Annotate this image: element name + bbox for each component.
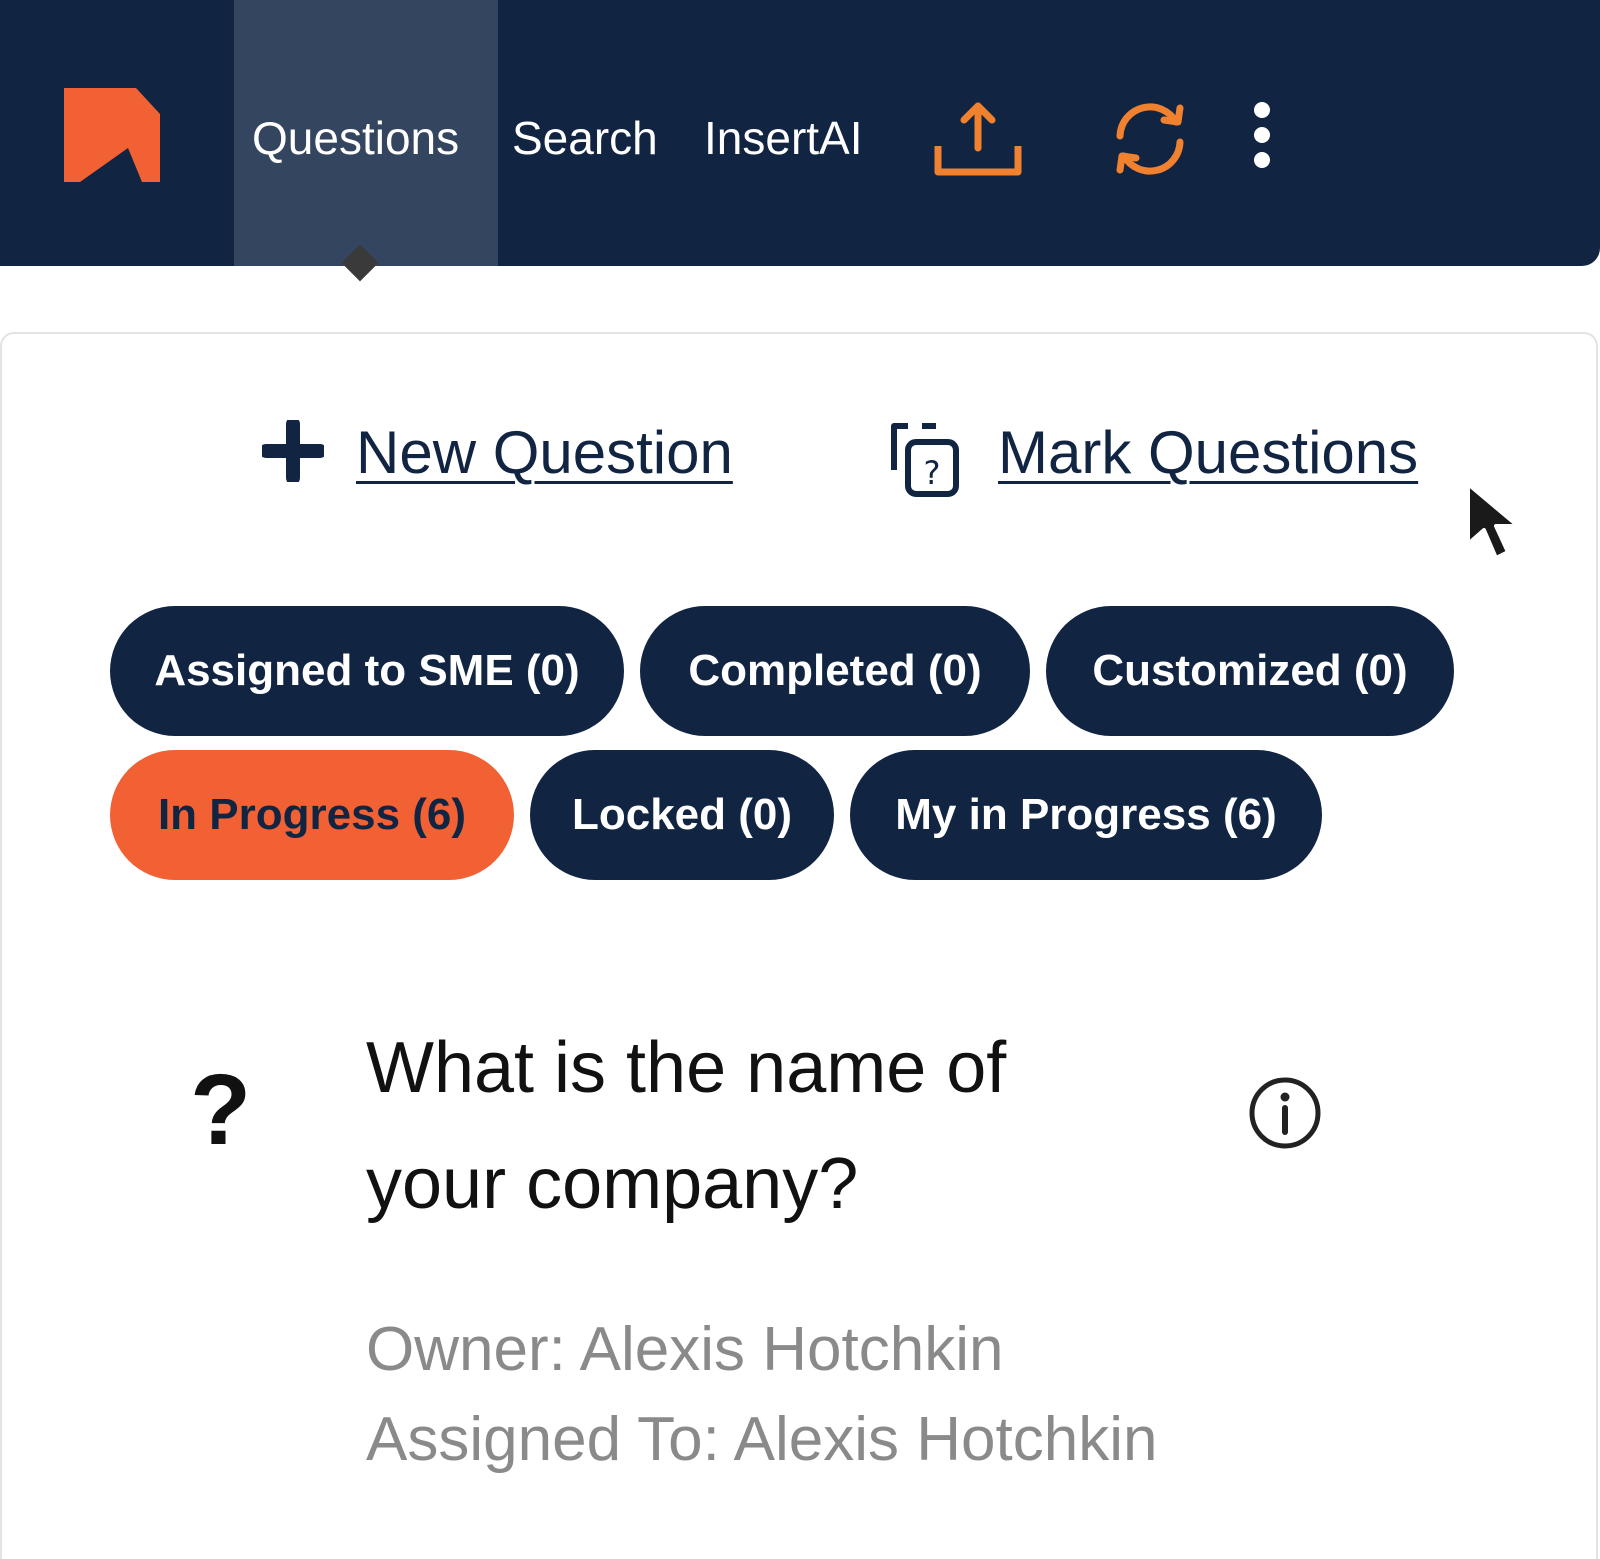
top-navbar: Questions Search InsertAI bbox=[0, 0, 1600, 266]
logo-icon bbox=[64, 88, 160, 182]
plus-icon[interactable] bbox=[262, 420, 324, 482]
filter-completed[interactable]: Completed (0) bbox=[640, 606, 1030, 736]
tab-search[interactable]: Search bbox=[512, 108, 658, 168]
upload-icon[interactable] bbox=[932, 100, 1024, 180]
filter-my-in-progress[interactable]: My in Progress (6) bbox=[850, 750, 1322, 880]
sync-icon[interactable] bbox=[1104, 96, 1196, 182]
question-text[interactable]: What is the name of your company? bbox=[366, 1010, 1126, 1242]
tab-questions[interactable]: Questions bbox=[252, 108, 459, 168]
mark-questions-icon[interactable]: ? bbox=[886, 420, 962, 500]
mouse-cursor-icon bbox=[1466, 482, 1520, 560]
question-assigned-to: Assigned To: Alexis Hotchkin bbox=[366, 1405, 1158, 1474]
filter-customized[interactable]: Customized (0) bbox=[1046, 606, 1454, 736]
filter-assigned-to-sme[interactable]: Assigned to SME (0) bbox=[110, 606, 624, 736]
info-icon[interactable] bbox=[1248, 1076, 1322, 1150]
more-vertical-icon[interactable] bbox=[1242, 100, 1282, 170]
filter-locked[interactable]: Locked (0) bbox=[530, 750, 834, 880]
mark-questions-link[interactable]: Mark Questions bbox=[998, 412, 1418, 492]
question-marker-icon: ? bbox=[190, 1054, 252, 1166]
new-question-link[interactable]: New Question bbox=[356, 412, 733, 492]
app-root: Questions Search InsertAI New Question ? bbox=[0, 0, 1600, 1559]
filter-in-progress[interactable]: In Progress (6) bbox=[110, 750, 514, 880]
tab-insertai[interactable]: InsertAI bbox=[704, 108, 863, 168]
svg-text:?: ? bbox=[924, 454, 941, 492]
question-owner: Owner: Alexis Hotchkin bbox=[366, 1315, 1004, 1384]
